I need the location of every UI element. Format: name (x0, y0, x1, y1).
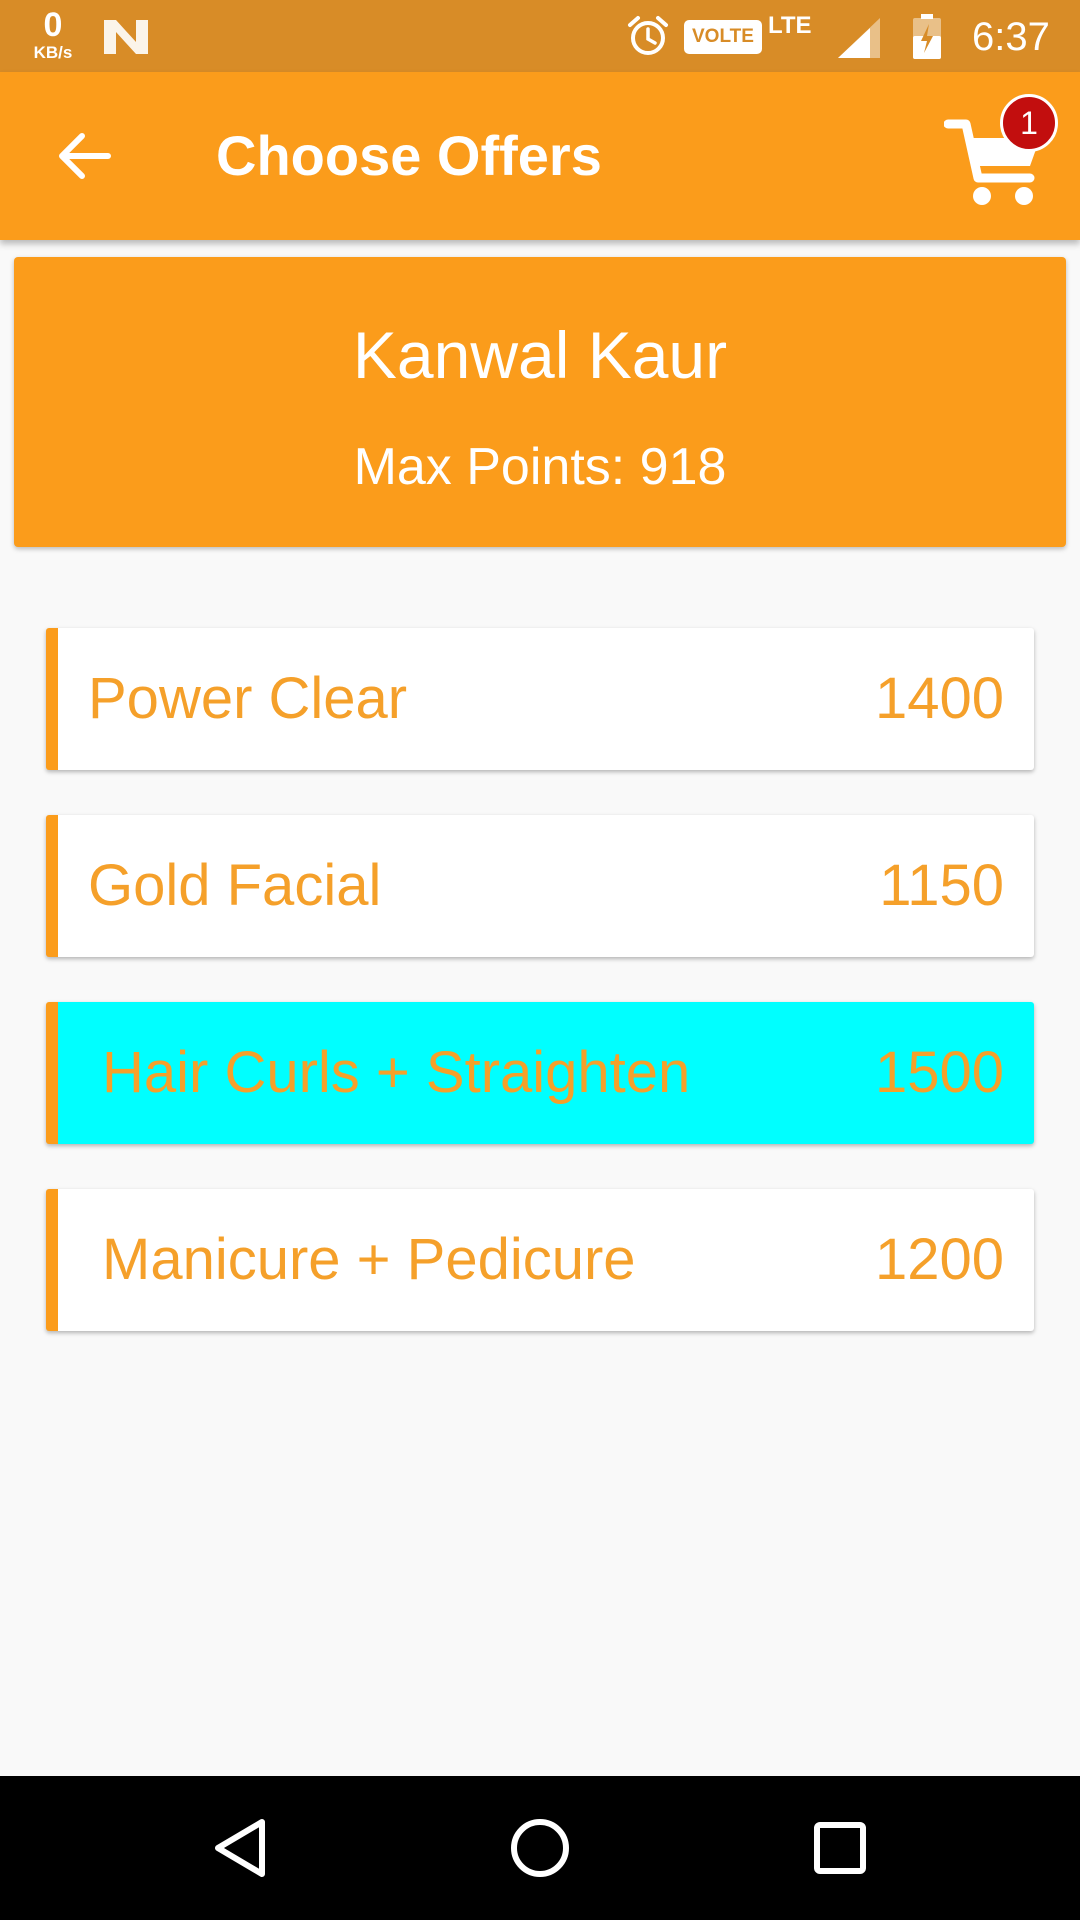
triangle-back-icon (215, 1819, 265, 1877)
square-recents-icon (814, 1822, 866, 1874)
android-n-icon (104, 20, 148, 54)
page-title: Choose Offers (216, 124, 602, 187)
status-clock: 6:37 (972, 15, 1050, 59)
network-type-label: LTE (768, 12, 812, 39)
back-button[interactable] (44, 122, 124, 190)
offer-points: 1500 (874, 1040, 1004, 1105)
customer-name: Kanwal Kaur (352, 318, 728, 392)
nav-home-button[interactable] (490, 1798, 590, 1898)
arrow-left-icon (59, 133, 111, 179)
offer-name: Hair Curls + Straighten (102, 1040, 691, 1105)
app-bar: Choose Offers 1 (0, 72, 1080, 240)
offer-name: Gold Facial (88, 853, 382, 918)
network-speed-indicator: 0 KB/s (26, 8, 80, 61)
nav-recents-button[interactable] (790, 1798, 890, 1898)
cell-signal-icon (838, 18, 880, 58)
offer-item-hair-curls-straighten[interactable]: Hair Curls + Straighten 1500 (46, 1002, 1034, 1144)
alarm-clock-icon (628, 16, 668, 55)
offer-item-gold-facial[interactable]: Gold Facial 1150 (46, 815, 1034, 957)
cart-count-badge: 1 (1000, 94, 1058, 152)
offer-item-manicure-pedicure[interactable]: Manicure + Pedicure 1200 (46, 1189, 1034, 1331)
network-speed-unit: KB/s (33, 43, 73, 62)
cart-button[interactable]: 1 (944, 90, 1064, 220)
offer-item-power-clear[interactable]: Power Clear 1400 (46, 628, 1034, 770)
offer-points: 1150 (879, 853, 1004, 918)
status-bar: 0 KB/s VOLTE LTE 6:37 (0, 0, 1080, 72)
screen: 0 KB/s VOLTE LTE 6:37 Choose Offers 1 Ka… (0, 0, 1080, 1920)
volte-badge: VOLTE (684, 20, 762, 54)
profile-card: Kanwal Kaur Max Points: 918 (14, 257, 1066, 547)
network-speed-value: 0 (43, 6, 63, 44)
nav-back-button[interactable] (190, 1798, 290, 1898)
offer-name: Power Clear (88, 666, 408, 731)
offer-points: 1200 (874, 1227, 1004, 1292)
max-points-label: Max Points: 918 (353, 438, 727, 496)
offer-points: 1400 (874, 666, 1004, 731)
offer-name: Manicure + Pedicure (102, 1227, 636, 1292)
circle-home-icon (511, 1819, 569, 1877)
system-navigation-bar (0, 1776, 1080, 1920)
battery-charging-icon (913, 14, 941, 59)
